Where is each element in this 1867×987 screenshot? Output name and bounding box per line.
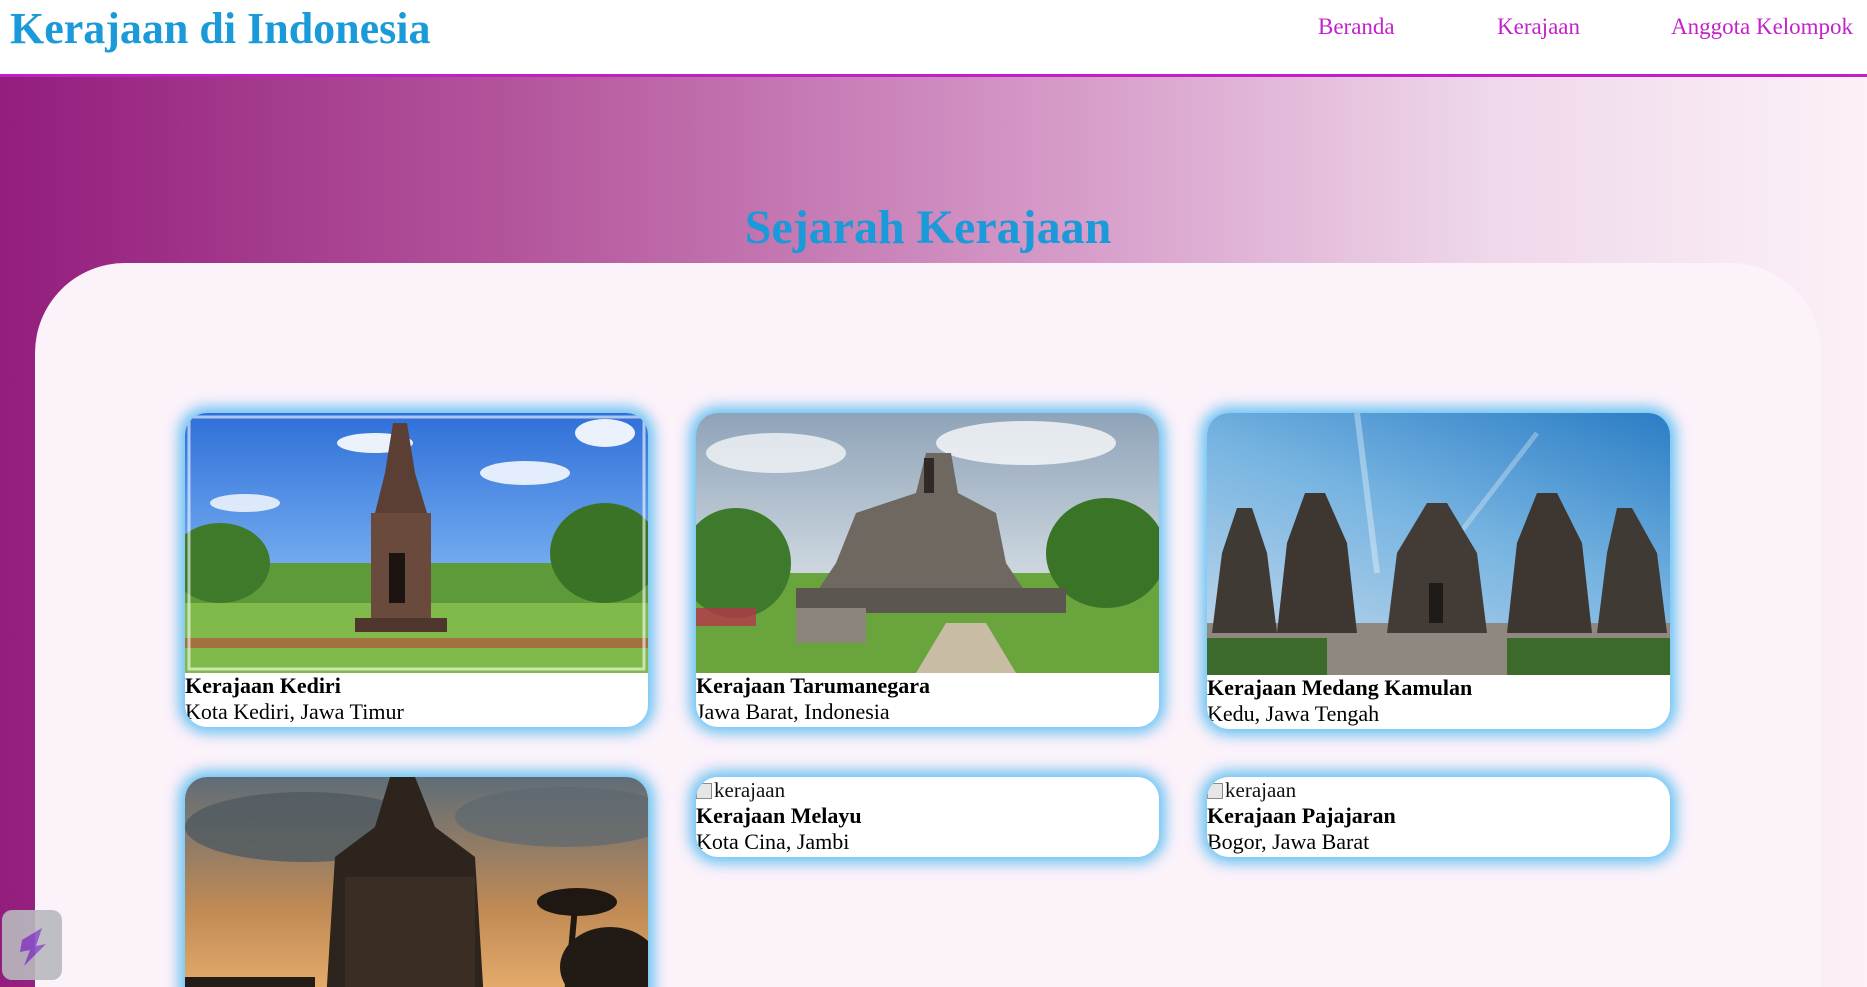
card-title: Kerajaan Tarumanegara [696, 673, 931, 698]
card-location: Bogor, Jawa Barat [1207, 829, 1370, 854]
kingdom-card-tarumanegara[interactable]: Kerajaan Tarumanegara Jawa Barat, Indone… [696, 413, 1159, 727]
kingdom-card-kediri[interactable]: Kerajaan Kediri Kota Kediri, Jawa Timur [185, 413, 648, 727]
floating-extension-button[interactable] [2, 910, 62, 980]
lightning-icon [20, 928, 46, 966]
kingdom-card-medang-kamulan[interactable]: Kerajaan Medang Kamulan Kedu, Jawa Tenga… [1207, 413, 1670, 729]
nav-link-anggota-kelompok[interactable]: Anggota Kelompok [1671, 14, 1853, 40]
card-title: Kerajaan Medang Kamulan [1207, 675, 1473, 700]
temple-illustration [185, 415, 648, 673]
temple-illustration [185, 777, 648, 987]
image-alt-text: kerajaan [714, 778, 786, 802]
kingdom-image-medang-kamulan [1207, 413, 1670, 675]
card-location: Kedu, Jawa Tengah [1207, 701, 1380, 726]
kingdom-card-melayu[interactable]: kerajaan Kerajaan Melayu Kota Cina, Jamb… [696, 777, 1159, 857]
image-alt-text: kerajaan [1225, 778, 1297, 802]
card-title: Kerajaan Kediri [185, 673, 341, 698]
kingdom-image-fourth [185, 777, 648, 987]
card-title: Kerajaan Pajajaran [1207, 803, 1396, 828]
site-brand[interactable]: Kerajaan di Indonesia [10, 2, 431, 56]
card-location: Kota Cina, Jambi [696, 829, 850, 854]
kingdom-image-kediri [185, 413, 648, 673]
page: Kerajaan di Indonesia Beranda Kerajaan A… [0, 0, 1867, 987]
nav-link-kerajaan[interactable]: Kerajaan [1497, 14, 1580, 40]
broken-image: kerajaan [1207, 777, 1670, 803]
kingdom-card-fourth[interactable] [185, 777, 648, 987]
kingdom-card-pajajaran[interactable]: kerajaan Kerajaan Pajajaran Bogor, Jawa … [1207, 777, 1670, 857]
section-title: Sejarah Kerajaan [744, 201, 1112, 254]
temple-illustration [1207, 413, 1670, 675]
card-location: Kota Kediri, Jawa Timur [185, 699, 404, 724]
top-navbar: Kerajaan di Indonesia Beranda Kerajaan A… [0, 0, 1867, 77]
card-title: Kerajaan Melayu [696, 803, 862, 828]
temple-illustration [696, 421, 1159, 673]
kingdom-image-tarumanegara [696, 413, 1159, 673]
nav-link-beranda[interactable]: Beranda [1318, 14, 1395, 40]
card-location: Jawa Barat, Indonesia [696, 699, 890, 724]
broken-image: kerajaan [696, 777, 1159, 803]
